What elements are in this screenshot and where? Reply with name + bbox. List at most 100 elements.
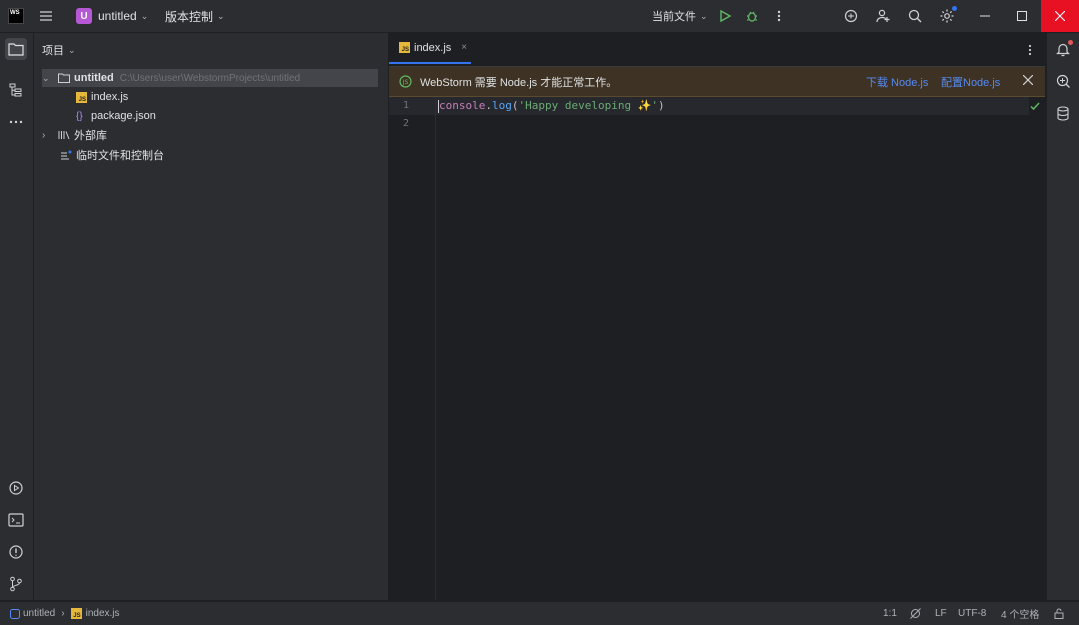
download-nodejs-link[interactable]: 下载 Node.js <box>866 74 928 90</box>
tree-scratches[interactable]: 临时文件和控制台 <box>60 146 164 164</box>
debug-button[interactable] <box>745 0 759 32</box>
indent-setting[interactable]: 4 个空格 <box>1001 602 1039 625</box>
terminal-tool-button[interactable] <box>5 509 27 531</box>
lock-icon <box>1054 608 1065 619</box>
run-icon <box>718 9 732 23</box>
tree-file-name: package.json <box>91 110 156 122</box>
services-icon <box>8 480 24 496</box>
project-panel-title: 项目 <box>42 45 64 57</box>
notifications-tool-button[interactable] <box>1052 38 1074 60</box>
debug-icon <box>745 9 759 23</box>
code-style-icon <box>909 607 922 620</box>
ai-assistant-tool-button[interactable] <box>1052 70 1074 92</box>
close-icon <box>1023 75 1033 85</box>
line-number: 1 <box>402 100 409 111</box>
line-separator[interactable]: LF <box>935 602 947 625</box>
maximize-icon <box>1017 11 1027 21</box>
external-libraries-label: 外部库 <box>74 130 107 142</box>
database-tool-button[interactable] <box>1052 102 1074 124</box>
tab-label: index.js <box>414 41 452 54</box>
code-with-me-button[interactable] <box>843 0 859 32</box>
vcs-menu[interactable]: 版本控制 ⌄ <box>165 0 225 32</box>
git-tool-button[interactable] <box>5 573 27 595</box>
more-tools-button[interactable] <box>5 111 27 133</box>
chevron-down-icon: ⌄ <box>42 72 50 83</box>
project-switcher[interactable]: U untitled ⌄ <box>76 0 148 32</box>
js-file-icon: JS <box>70 608 82 619</box>
project-panel: 项目 ⌄ ⌄ untitled C:\Users\user\WebstormPr… <box>34 33 389 600</box>
text-caret <box>438 100 439 113</box>
search-icon <box>907 8 923 24</box>
project-name: untitled <box>98 9 137 23</box>
editor-tab[interactable]: JS index.js × <box>389 33 471 64</box>
inspection-ok-icon[interactable] <box>1030 101 1040 111</box>
window-close-button[interactable] <box>1041 0 1079 32</box>
chevron-down-icon: ⌄ <box>68 44 76 55</box>
tree-external-libraries[interactable]: › 外部库 <box>42 126 107 144</box>
structure-tool-button[interactable] <box>5 79 27 101</box>
title-bar: WS U untitled ⌄ 版本控制 ⌄ 当前文件 ⌄ <box>0 0 1079 33</box>
project-tool-button[interactable] <box>5 38 27 60</box>
search-button[interactable] <box>907 0 923 32</box>
tree-root-path: C:\Users\user\WebstormProjects\untitled <box>119 72 301 84</box>
line-number: 2 <box>402 118 409 129</box>
read-only-toggle[interactable] <box>1054 602 1065 625</box>
code-string: 'Happy developing ✨' <box>518 99 659 112</box>
js-file-icon: JS <box>76 91 87 103</box>
json-file-icon: {} <box>76 110 83 122</box>
project-badge: U <box>76 8 92 24</box>
minimize-button[interactable] <box>966 0 1004 32</box>
more-icon <box>776 9 782 23</box>
structure-icon <box>9 83 23 97</box>
scratches-icon <box>60 150 72 160</box>
vcs-label: 版本控制 <box>165 9 214 24</box>
more-actions-button[interactable] <box>776 0 782 32</box>
configure-nodejs-link[interactable]: 配置Node.js <box>941 74 1000 90</box>
scratches-label: 临时文件和控制台 <box>76 150 164 162</box>
code-editor[interactable]: 1 2 console.log('Happy developing ✨') <box>389 97 1045 600</box>
close-tab-icon[interactable]: × <box>461 42 467 53</box>
line-number-gutter: 1 2 <box>389 97 436 600</box>
code-punctuation: . <box>485 99 492 112</box>
status-bar: untitled › JS index.js 1:1 LF UTF-8 4 个空… <box>0 601 1079 625</box>
problems-tool-button[interactable] <box>5 541 27 563</box>
code-with-me-icon <box>843 8 859 24</box>
tree-file-item[interactable]: {} package.json <box>76 107 156 125</box>
problems-icon <box>8 544 24 560</box>
run-config-selector[interactable]: 当前文件 ⌄ <box>652 0 708 32</box>
code-line[interactable]: console.log('Happy developing ✨') <box>439 99 665 112</box>
run-button[interactable] <box>718 0 732 32</box>
chevron-down-icon: ⌄ <box>700 10 708 21</box>
notifications-icon <box>1056 39 1073 57</box>
code-identifier: console <box>439 99 486 112</box>
banner-message: WebStorm 需要 Node.js 才能正常工作。 <box>420 76 618 89</box>
main-menu-button[interactable] <box>38 0 54 32</box>
tree-root-item[interactable]: ⌄ untitled C:\Users\user\WebstormProject… <box>42 69 378 87</box>
run-config-label: 当前文件 <box>652 11 696 23</box>
chevron-down-icon: ⌄ <box>140 10 149 21</box>
close-icon <box>1055 11 1065 21</box>
breadcrumb-file[interactable]: index.js <box>86 608 120 619</box>
git-icon <box>9 576 23 592</box>
breadcrumb-project[interactable]: untitled <box>23 608 55 619</box>
nodejs-icon: JS <box>399 75 412 88</box>
no-lint-button[interactable] <box>909 602 922 625</box>
caret-position[interactable]: 1:1 <box>883 602 897 625</box>
left-tool-strip <box>0 33 34 600</box>
project-panel-header[interactable]: 项目 ⌄ <box>42 42 76 58</box>
hamburger-icon <box>38 8 54 24</box>
close-banner-button[interactable] <box>1023 75 1033 85</box>
add-user-button[interactable] <box>875 0 891 32</box>
ai-icon <box>1056 74 1071 89</box>
minimize-icon <box>980 11 990 21</box>
folder-icon <box>8 42 24 56</box>
database-icon <box>1057 105 1069 121</box>
js-file-icon: JS <box>399 42 410 53</box>
maximize-button[interactable] <box>1003 0 1041 32</box>
tab-options-button[interactable] <box>1027 43 1033 57</box>
services-tool-button[interactable] <box>5 477 27 499</box>
settings-button[interactable] <box>939 0 957 32</box>
file-encoding[interactable]: UTF-8 <box>958 602 986 625</box>
app-logo[interactable]: WS <box>8 8 24 24</box>
tree-file-item[interactable]: JS index.js <box>76 88 128 106</box>
